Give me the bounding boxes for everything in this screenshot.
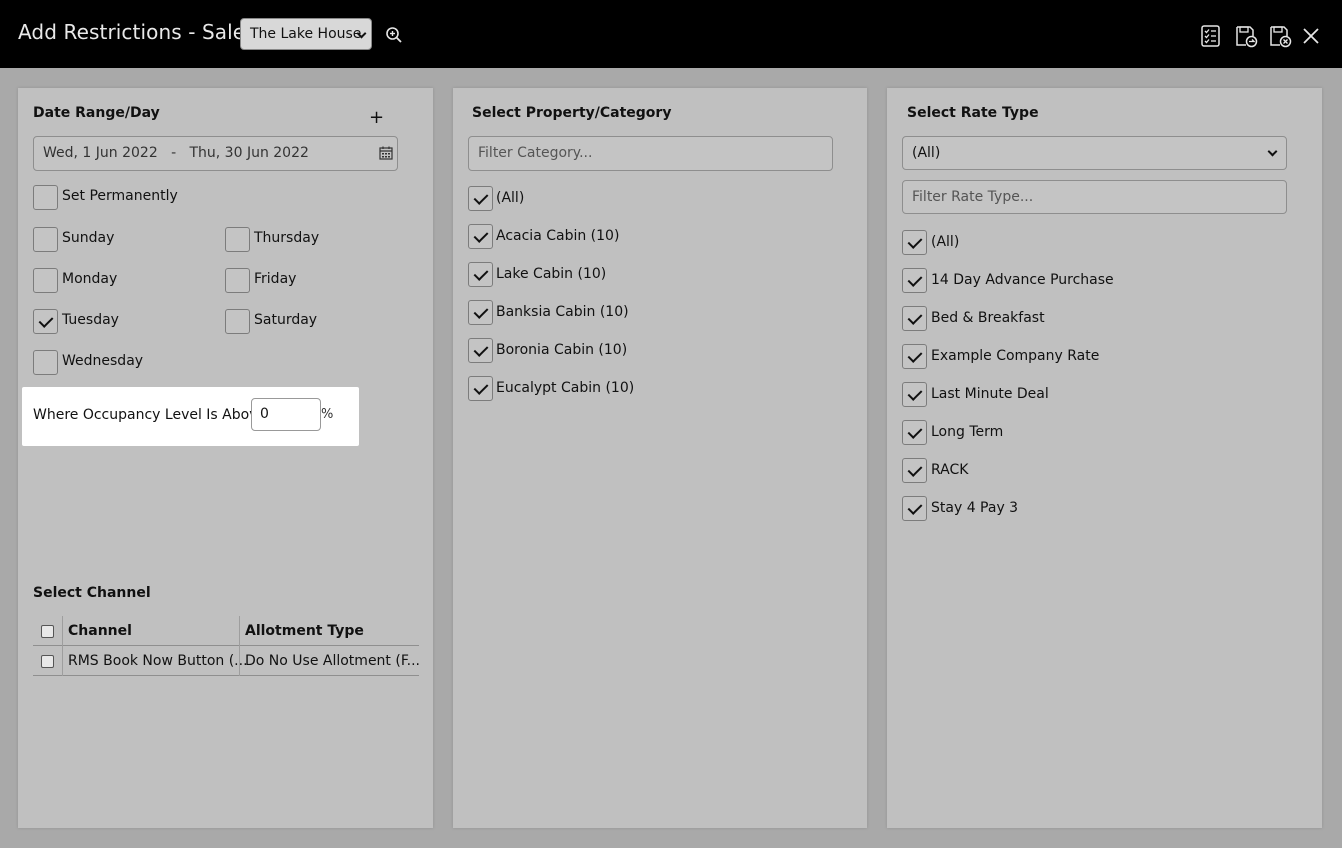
filter-category-placeholder: Filter Category... <box>478 145 593 161</box>
day-friday-checkbox[interactable] <box>225 268 250 293</box>
title-bar: Add Restrictions - Sale The Lake House <box>0 0 1342 68</box>
zoom-icon[interactable] <box>385 26 403 44</box>
rate-stay4pay3-checkbox[interactable] <box>902 496 927 521</box>
close-icon[interactable] <box>1301 26 1321 46</box>
day-monday-label: Monday <box>62 271 118 287</box>
day-wednesday-checkbox[interactable] <box>33 350 58 375</box>
category-banksia-checkbox[interactable] <box>468 300 493 325</box>
set-permanently-checkbox[interactable] <box>33 185 58 210</box>
date-range-panel: Date Range/Day + Wed, 1 Jun 2022 - Thu, … <box>18 88 433 828</box>
rate-long-term-checkbox[interactable] <box>902 420 927 445</box>
filter-rate-type-input[interactable]: Filter Rate Type... <box>902 180 1287 214</box>
category-banksia-label: Banksia Cabin (10) <box>496 304 629 320</box>
set-permanently-label: Set Permanently <box>62 188 178 204</box>
day-wednesday-label: Wednesday <box>62 353 144 369</box>
rate-bed-breakfast-checkbox[interactable] <box>902 306 927 331</box>
channel-table: Channel Allotment Type RMS Book Now Butt… <box>33 616 420 676</box>
category-acacia-label: Acacia Cabin (10) <box>496 228 620 244</box>
category-all-checkbox[interactable] <box>468 186 493 211</box>
rate-rack-label: RACK <box>931 462 969 478</box>
save-close-icon[interactable] <box>1268 24 1292 48</box>
day-friday-label: Friday <box>254 271 297 287</box>
day-thursday-label: Thursday <box>254 230 320 246</box>
checklist-icon[interactable] <box>1199 24 1223 48</box>
rate-company-label: Example Company Rate <box>931 348 1100 364</box>
property-select[interactable]: The Lake House <box>240 18 372 50</box>
date-range-value: Wed, 1 Jun 2022 - Thu, 30 Jun 2022 <box>43 145 309 161</box>
occupancy-level-section: Where Occupancy Level Is Above 0 % <box>22 387 359 446</box>
rate-last-minute-checkbox[interactable] <box>902 382 927 407</box>
category-eucalypt-label: Eucalypt Cabin (10) <box>496 380 635 396</box>
category-lake-checkbox[interactable] <box>468 262 493 287</box>
rate-type-dropdown[interactable]: (All) <box>902 136 1287 170</box>
occupancy-level-label: Where Occupancy Level Is Above <box>33 407 267 423</box>
day-sunday-checkbox[interactable] <box>33 227 58 252</box>
category-boronia-checkbox[interactable] <box>468 338 493 363</box>
category-panel: Select Property/Category Filter Category… <box>453 88 867 828</box>
rate-last-minute-label: Last Minute Deal <box>931 386 1049 402</box>
allotment-type-cell: Do No Use Allotment (F... <box>245 653 420 669</box>
channel-table-header: Channel Allotment Type <box>33 616 419 646</box>
category-acacia-checkbox[interactable] <box>468 224 493 249</box>
page-title: Add Restrictions - Sale <box>18 20 246 44</box>
channel-column-header[interactable]: Channel <box>68 616 132 646</box>
rate-rack-checkbox[interactable] <box>902 458 927 483</box>
category-lake-label: Lake Cabin (10) <box>496 266 607 282</box>
day-thursday-checkbox[interactable] <box>225 227 250 252</box>
select-channel-heading: Select Channel <box>33 585 151 601</box>
channel-cell: RMS Book Now Button (... <box>68 653 248 669</box>
select-all-channels-checkbox[interactable] <box>41 625 54 638</box>
rate-company-checkbox[interactable] <box>902 344 927 369</box>
category-heading: Select Property/Category <box>472 105 672 121</box>
day-saturday-checkbox[interactable] <box>225 309 250 334</box>
chevron-down-icon <box>1267 146 1278 157</box>
rate-all-label: (All) <box>931 234 960 250</box>
day-monday-checkbox[interactable] <box>33 268 58 293</box>
category-all-label: (All) <box>496 190 525 206</box>
filter-rate-type-placeholder: Filter Rate Type... <box>912 189 1034 205</box>
day-saturday-label: Saturday <box>254 312 318 328</box>
date-range-input[interactable]: Wed, 1 Jun 2022 - Thu, 30 Jun 2022 <box>33 136 398 171</box>
rate-type-heading: Select Rate Type <box>907 105 1039 121</box>
rate-14-day-checkbox[interactable] <box>902 268 927 293</box>
rate-bed-breakfast-label: Bed & Breakfast <box>931 310 1045 326</box>
category-boronia-label: Boronia Cabin (10) <box>496 342 628 358</box>
rate-type-dropdown-value: (All) <box>912 145 941 161</box>
rate-type-panel: Select Rate Type (All) Filter Rate Type.… <box>887 88 1322 828</box>
day-tuesday-label: Tuesday <box>62 312 119 328</box>
add-date-range-button[interactable]: + <box>369 107 384 128</box>
table-row[interactable]: RMS Book Now Button (... Do No Use Allot… <box>33 646 420 676</box>
calendar-icon[interactable] <box>379 146 393 160</box>
occupancy-unit: % <box>321 407 334 422</box>
day-tuesday-checkbox[interactable] <box>33 309 58 334</box>
allotment-type-column-header[interactable]: Allotment Type <box>245 616 364 646</box>
save-exit-icon[interactable] <box>1234 24 1258 48</box>
category-eucalypt-checkbox[interactable] <box>468 376 493 401</box>
date-range-heading: Date Range/Day <box>33 105 160 121</box>
property-select-value: The Lake House <box>250 26 362 42</box>
rate-long-term-label: Long Term <box>931 424 1004 440</box>
rate-14-day-label: 14 Day Advance Purchase <box>931 272 1114 288</box>
rate-all-checkbox[interactable] <box>902 230 927 255</box>
channel-row-checkbox[interactable] <box>41 655 54 668</box>
day-sunday-label: Sunday <box>62 230 115 246</box>
filter-category-input[interactable]: Filter Category... <box>468 136 833 171</box>
occupancy-level-input[interactable]: 0 <box>251 398 321 431</box>
rate-stay4pay3-label: Stay 4 Pay 3 <box>931 500 1019 516</box>
